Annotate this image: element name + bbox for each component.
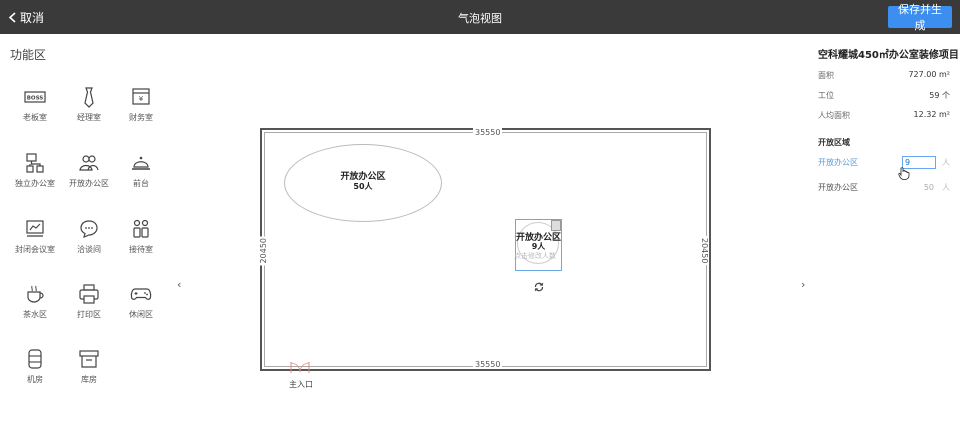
printer-icon bbox=[79, 284, 99, 304]
chat-icon bbox=[80, 220, 98, 239]
stat-value: 59 个 bbox=[929, 91, 950, 100]
stat-value: 12.32 m² bbox=[913, 110, 950, 119]
func-item-label: 独立办公室 bbox=[15, 179, 55, 188]
zone-unit: 人 bbox=[942, 183, 950, 192]
coffee-cup-icon bbox=[27, 285, 44, 303]
func-item-reception[interactable]: 前台 bbox=[113, 152, 169, 189]
archive-box-icon bbox=[79, 350, 99, 368]
func-item-label: 茶水区 bbox=[23, 310, 47, 319]
func-item-print-area[interactable]: 打印区 bbox=[61, 283, 117, 320]
dimension-left: 20450 bbox=[259, 236, 268, 266]
boss-icon: BOSS bbox=[24, 91, 46, 103]
stat-label: 人均面积 bbox=[818, 111, 850, 120]
safe-icon: ¥ bbox=[132, 88, 150, 105]
next-arrow-icon[interactable]: › bbox=[801, 278, 805, 291]
dimension-right: 20450 bbox=[700, 236, 709, 266]
func-item-label: 开放办公区 bbox=[69, 179, 109, 188]
zone-row-1: 开放办公区 人 bbox=[818, 156, 950, 169]
dimension-bottom: 35550 bbox=[473, 360, 503, 369]
rotate-icon[interactable] bbox=[533, 281, 545, 293]
zone-row-label: 开放办公区 bbox=[818, 183, 858, 192]
func-item-tea-area[interactable]: 茶水区 bbox=[7, 283, 63, 320]
svg-text:BOSS: BOSS bbox=[27, 96, 44, 102]
zone-row-2: 开放办公区 人 bbox=[818, 181, 950, 194]
func-item-leisure-area[interactable]: 休闲区 bbox=[113, 283, 169, 320]
stat-area: 面积 727.00 m² bbox=[818, 70, 950, 81]
function-panel-title: 功能区 bbox=[10, 48, 47, 62]
func-item-label: 机房 bbox=[27, 375, 43, 384]
save-and-generate-button[interactable]: 保存并生成 bbox=[888, 4, 952, 32]
func-item-label: 封闭会议室 bbox=[15, 245, 55, 254]
open-area-section-label: 开放区域 bbox=[818, 138, 850, 147]
zone-bubble-count: 50人 bbox=[353, 182, 373, 191]
stat-workstations: 工位 59 个 bbox=[818, 90, 950, 101]
func-item-label: 接待室 bbox=[129, 245, 153, 254]
tie-icon bbox=[84, 87, 94, 108]
page-title: 气泡视图 bbox=[458, 12, 502, 25]
dimension-top: 35550 bbox=[473, 128, 503, 137]
func-item-label: 老板室 bbox=[23, 113, 47, 122]
func-item-warehouse[interactable]: 库房 bbox=[61, 348, 117, 385]
func-item-label: 库房 bbox=[81, 375, 97, 384]
func-item-private-office[interactable]: 独立办公室 bbox=[7, 152, 63, 189]
gamepad-icon bbox=[130, 288, 152, 300]
func-item-server-room[interactable]: 机房 bbox=[7, 348, 63, 385]
stat-value: 727.00 m² bbox=[908, 70, 950, 79]
main-entrance-door-icon bbox=[290, 362, 310, 373]
svg-text:¥: ¥ bbox=[139, 95, 144, 103]
func-item-closed-meeting-room[interactable]: 封闭会议室 bbox=[7, 218, 63, 255]
func-item-label: 财务室 bbox=[129, 113, 153, 122]
mouse-cursor-icon bbox=[898, 167, 910, 180]
top-bar: 取消 气泡视图 保存并生成 bbox=[0, 0, 960, 34]
server-icon bbox=[28, 349, 42, 369]
stat-area-per-person: 人均面积 12.32 m² bbox=[818, 110, 950, 121]
func-item-label: 经理室 bbox=[77, 113, 101, 122]
zone-unit: 人 bbox=[942, 158, 950, 167]
func-item-reception-room[interactable]: 接待室 bbox=[113, 218, 169, 255]
func-item-finance-room[interactable]: ¥ 财务室 bbox=[113, 86, 169, 123]
project-title: 空科耀城450㎡办公室装修项目 bbox=[818, 50, 959, 61]
stat-label: 面积 bbox=[818, 71, 834, 80]
func-item-label: 洽谈间 bbox=[77, 245, 101, 254]
func-item-label: 前台 bbox=[133, 179, 149, 188]
func-item-label: 休闲区 bbox=[129, 310, 153, 319]
func-item-negotiation-room[interactable]: 洽谈间 bbox=[61, 218, 117, 255]
zone-people-input[interactable] bbox=[902, 181, 936, 194]
presentation-icon bbox=[26, 220, 44, 237]
zone-edit-hint: 点击修改人数 bbox=[514, 252, 556, 260]
reception-bell-icon bbox=[132, 156, 150, 170]
func-item-label: 打印区 bbox=[77, 310, 101, 319]
stat-label: 工位 bbox=[818, 91, 834, 100]
org-chart-icon bbox=[26, 153, 44, 173]
func-item-boss-room[interactable]: BOSS 老板室 bbox=[7, 86, 63, 123]
func-item-manager-room[interactable]: 经理室 bbox=[61, 86, 117, 123]
group-icon bbox=[79, 155, 99, 171]
zone-row-label: 开放办公区 bbox=[818, 158, 858, 167]
people-icon bbox=[133, 219, 149, 238]
func-item-open-office[interactable]: 开放办公区 bbox=[61, 152, 117, 189]
main-entrance-label: 主入口 bbox=[289, 380, 313, 389]
prev-arrow-icon[interactable]: ‹ bbox=[177, 278, 181, 291]
